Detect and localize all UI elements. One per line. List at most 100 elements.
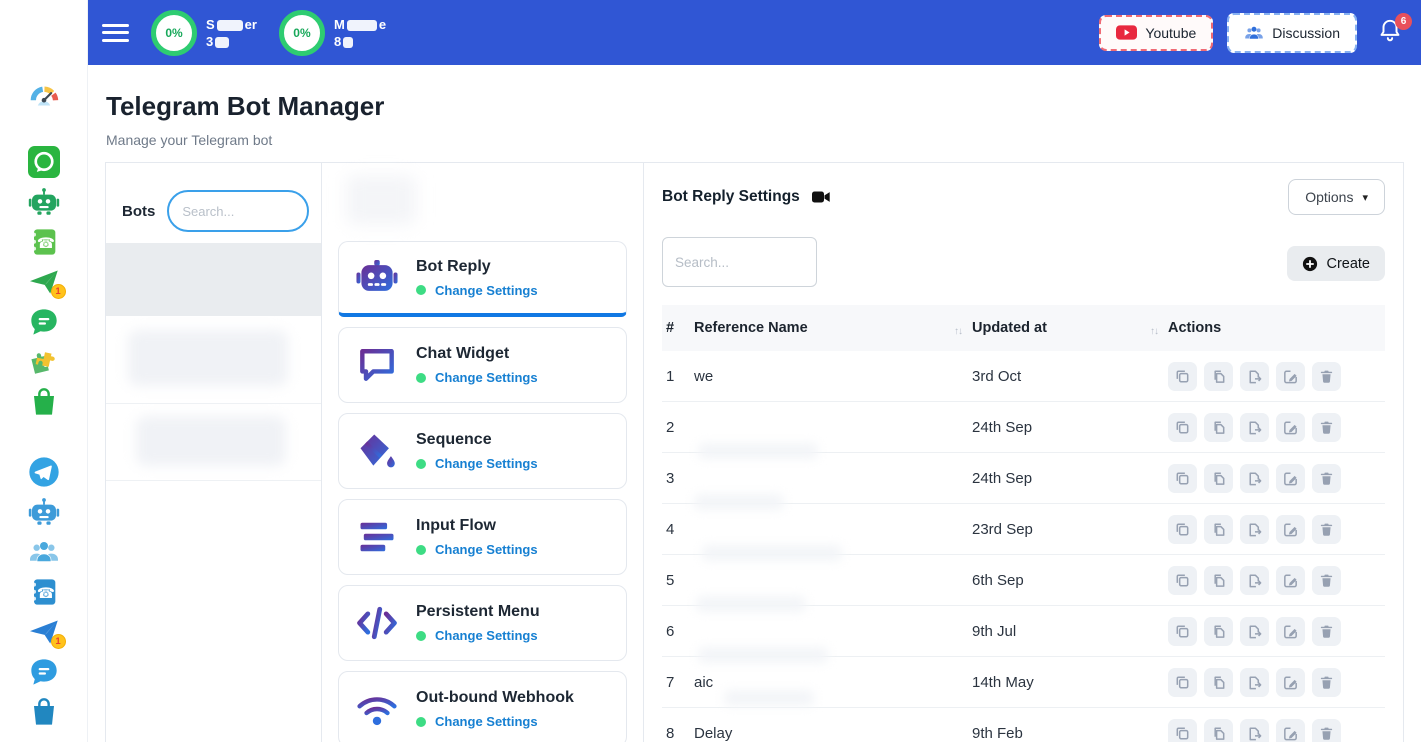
blue-contact-book-icon[interactable]: [27, 576, 61, 608]
delete-button[interactable]: [1312, 464, 1341, 493]
delete-button[interactable]: [1312, 566, 1341, 595]
copy-button[interactable]: [1168, 413, 1197, 442]
copy-button[interactable]: [1168, 719, 1197, 742]
edit-button[interactable]: [1276, 668, 1305, 697]
edit-button[interactable]: [1276, 464, 1305, 493]
change-settings-link[interactable]: Change Settings: [435, 370, 538, 385]
sort-icon[interactable]: ↑↓: [1150, 326, 1158, 337]
message-usage-stat[interactable]: 0% Me 8: [279, 10, 386, 56]
green-bot-icon[interactable]: [27, 186, 61, 218]
edit-button[interactable]: [1276, 566, 1305, 595]
delete-button[interactable]: [1312, 515, 1341, 544]
change-settings-link[interactable]: Change Settings: [435, 714, 538, 729]
delete-button[interactable]: [1312, 719, 1341, 742]
updated-at-cell: 6th Sep: [972, 572, 1168, 589]
green-broadcast-plane-icon[interactable]: 1: [27, 266, 61, 298]
video-tutorial-icon[interactable]: [811, 187, 831, 207]
whatsapp-icon[interactable]: [27, 146, 61, 178]
copy-button[interactable]: [1168, 362, 1197, 391]
discussion-button[interactable]: Discussion: [1227, 13, 1357, 53]
card-title: Chat Widget: [416, 345, 538, 363]
dashboard-gauge-icon[interactable]: [27, 78, 61, 110]
subscriber-progress-ring: 0%: [151, 10, 197, 56]
duplicate-button[interactable]: [1204, 362, 1233, 391]
change-settings-link[interactable]: Change Settings: [435, 628, 538, 643]
bot-list-item[interactable]: [106, 404, 321, 481]
youtube-button[interactable]: Youtube: [1099, 15, 1213, 51]
green-contact-book-icon[interactable]: [27, 226, 61, 258]
blue-broadcast-plane-icon[interactable]: 1: [27, 616, 61, 648]
menu-card-sequence[interactable]: Sequence Change Settings: [338, 413, 627, 489]
blue-chat-bubble-icon[interactable]: [27, 656, 61, 688]
green-shop-bag-icon[interactable]: [27, 386, 61, 418]
export-button[interactable]: [1240, 668, 1269, 697]
blue-bot-icon[interactable]: [27, 496, 61, 528]
export-button[interactable]: [1240, 515, 1269, 544]
col-header-reference-name[interactable]: Reference Name ↑↓: [694, 320, 972, 336]
export-button[interactable]: [1240, 464, 1269, 493]
change-settings-link[interactable]: Change Settings: [435, 283, 538, 298]
col-header-actions: Actions: [1168, 320, 1385, 336]
delete-button[interactable]: [1312, 362, 1341, 391]
col-header-number: #: [662, 320, 694, 336]
copy-button[interactable]: [1168, 515, 1197, 544]
blue-shop-bag-icon[interactable]: [27, 696, 61, 728]
telegram-icon[interactable]: [27, 456, 61, 488]
copy-button[interactable]: [1168, 617, 1197, 646]
blue-subscribers-icon[interactable]: [27, 536, 61, 568]
card-title: Input Flow: [416, 517, 538, 535]
bots-search-input[interactable]: [167, 190, 309, 232]
export-button[interactable]: [1240, 413, 1269, 442]
delete-button[interactable]: [1312, 668, 1341, 697]
duplicate-button[interactable]: [1204, 566, 1233, 595]
subscriber-stat-value: 3: [206, 33, 257, 50]
delete-button[interactable]: [1312, 617, 1341, 646]
edit-button[interactable]: [1276, 617, 1305, 646]
duplicate-button[interactable]: [1204, 515, 1233, 544]
duplicate-button[interactable]: [1204, 413, 1233, 442]
edit-button[interactable]: [1276, 413, 1305, 442]
green-chat-bubble-icon[interactable]: [27, 306, 61, 338]
export-button[interactable]: [1240, 617, 1269, 646]
options-button[interactable]: Options ▾: [1288, 179, 1385, 215]
create-button[interactable]: Create: [1287, 246, 1385, 281]
export-button[interactable]: [1240, 719, 1269, 742]
change-settings-link[interactable]: Change Settings: [435, 456, 538, 471]
redacted-blob: [698, 443, 818, 459]
bot-list-item[interactable]: [106, 316, 321, 404]
subscriber-usage-stat[interactable]: 0% Ser 3: [151, 10, 257, 56]
integrations-puzzle-icon[interactable]: [27, 346, 61, 378]
hamburger-menu-icon[interactable]: [102, 19, 129, 46]
copy-button[interactable]: [1168, 668, 1197, 697]
change-settings-link[interactable]: Change Settings: [435, 542, 538, 557]
duplicate-button[interactable]: [1204, 617, 1233, 646]
sort-icon[interactable]: ↑↓: [954, 326, 962, 337]
duplicate-button[interactable]: [1204, 464, 1233, 493]
row-number: 3: [662, 470, 694, 487]
bot-list-item-selected[interactable]: [106, 243, 321, 316]
col-header-updated-at[interactable]: Updated at ↑↓: [972, 320, 1168, 336]
duplicate-button[interactable]: [1204, 719, 1233, 742]
reference-name-cell: aic: [694, 674, 972, 691]
redacted-blob: [128, 330, 288, 386]
menu-card-persistent-menu[interactable]: Persistent Menu Change Settings: [338, 585, 627, 661]
edit-button[interactable]: [1276, 719, 1305, 742]
copy-button[interactable]: [1168, 464, 1197, 493]
bots-panel-title: Bots: [122, 203, 155, 220]
row-number: 4: [662, 521, 694, 538]
menu-card-chat-widget[interactable]: Chat Widget Change Settings: [338, 327, 627, 403]
message-stat-label: Me: [334, 16, 386, 33]
menu-card-outbound-webhook[interactable]: Out-bound Webhook Change Settings: [338, 671, 627, 742]
edit-button[interactable]: [1276, 362, 1305, 391]
menu-card-bot-reply[interactable]: Bot Reply Change Settings: [338, 241, 627, 317]
menu-card-input-flow[interactable]: Input Flow Change Settings: [338, 499, 627, 575]
edit-button[interactable]: [1276, 515, 1305, 544]
delete-button[interactable]: [1312, 413, 1341, 442]
table-search-input[interactable]: [662, 237, 817, 287]
export-button[interactable]: [1240, 566, 1269, 595]
export-button[interactable]: [1240, 362, 1269, 391]
copy-button[interactable]: [1168, 566, 1197, 595]
duplicate-button[interactable]: [1204, 668, 1233, 697]
chevron-down-icon: ▾: [1362, 191, 1368, 204]
notifications-bell-icon[interactable]: 6: [1377, 17, 1403, 48]
